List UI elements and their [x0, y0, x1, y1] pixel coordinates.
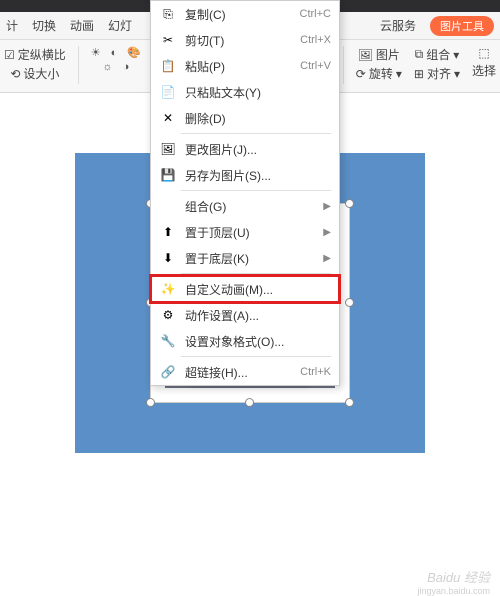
select-button[interactable]: ⬚: [478, 46, 489, 60]
menu-hyperlink[interactable]: 🔗 超链接(H)... Ctrl+K: [151, 359, 339, 385]
tab-design[interactable]: 计: [6, 17, 18, 34]
group-button[interactable]: ⧉组合▾: [415, 46, 460, 63]
delete-icon: ✕: [159, 109, 177, 127]
contextual-tab-picture-tools[interactable]: 图片工具: [430, 16, 494, 36]
menu-bring-to-top[interactable]: ⬆ 置于顶层(U) ▶: [151, 219, 339, 245]
resize-handle-bl[interactable]: [146, 398, 155, 407]
rotate-button[interactable]: ⟳旋转▾: [356, 65, 402, 82]
paste-icon: 📋: [159, 57, 177, 75]
lock-aspect-ratio[interactable]: ☑定纵横比: [4, 46, 66, 63]
menu-group[interactable]: 组合(G) ▶: [151, 193, 339, 219]
context-menu: ⎘ 复制(C) Ctrl+C ✂ 剪切(T) Ctrl+X 📋 粘贴(P) Ct…: [150, 0, 340, 386]
format-icon: 🔧: [159, 332, 177, 350]
sun-icon[interactable]: ☼: [103, 61, 113, 73]
menu-cut[interactable]: ✂ 剪切(T) Ctrl+X: [151, 27, 339, 53]
tab-animation[interactable]: 动画: [70, 17, 94, 34]
resize-handle-tr[interactable]: [345, 199, 354, 208]
send-bottom-icon: ⬇: [159, 249, 177, 267]
align-button[interactable]: ⊞对齐▾: [414, 65, 460, 82]
change-picture-icon: 🖼: [159, 140, 177, 158]
brightness-icon[interactable]: ☀: [91, 46, 101, 59]
action-icon: ⚙: [159, 306, 177, 324]
resize-handle-r[interactable]: [345, 298, 354, 307]
save-picture-icon: 💾: [159, 166, 177, 184]
resize-handle-b[interactable]: [245, 398, 254, 407]
bring-top-icon: ⬆: [159, 223, 177, 241]
cut-icon: ✂: [159, 31, 177, 49]
menu-paste-text[interactable]: 📄 只粘贴文本(Y): [151, 79, 339, 105]
contrast-icon[interactable]: ◐: [111, 47, 118, 59]
watermark-url: jingyan.baidu.com: [417, 586, 490, 596]
menu-save-as-picture[interactable]: 💾 另存为图片(S)...: [151, 162, 339, 188]
select-label: 选择: [472, 62, 496, 79]
resize-handle-br[interactable]: [345, 398, 354, 407]
half-icon[interactable]: ◑: [123, 61, 130, 73]
menu-send-to-bottom[interactable]: ⬇ 置于底层(K) ▶: [151, 245, 339, 271]
picture-button[interactable]: 🖼图片: [358, 46, 400, 63]
paste-text-icon: 📄: [159, 83, 177, 101]
menu-format-object[interactable]: 🔧 设置对象格式(O)...: [151, 328, 339, 354]
tab-cloud[interactable]: 云服务: [380, 17, 416, 34]
tab-slideshow[interactable]: 幻灯: [108, 17, 132, 34]
menu-action-settings[interactable]: ⚙ 动作设置(A)...: [151, 302, 339, 328]
watermark: Baidu 经验: [427, 567, 490, 586]
menu-custom-animation[interactable]: ✨ 自定义动画(M)...: [151, 276, 339, 302]
menu-copy[interactable]: ⎘ 复制(C) Ctrl+C: [151, 1, 339, 27]
menu-delete[interactable]: ✕ 删除(D): [151, 105, 339, 131]
hyperlink-icon: 🔗: [159, 363, 177, 381]
color-icon[interactable]: 🎨: [127, 46, 141, 59]
menu-change-picture[interactable]: 🖼 更改图片(J)...: [151, 136, 339, 162]
reset-size[interactable]: ⟲设大小: [10, 65, 59, 82]
animation-icon: ✨: [159, 280, 177, 298]
copy-icon: ⎘: [159, 5, 177, 23]
tab-transition[interactable]: 切换: [32, 17, 56, 34]
menu-paste[interactable]: 📋 粘贴(P) Ctrl+V: [151, 53, 339, 79]
